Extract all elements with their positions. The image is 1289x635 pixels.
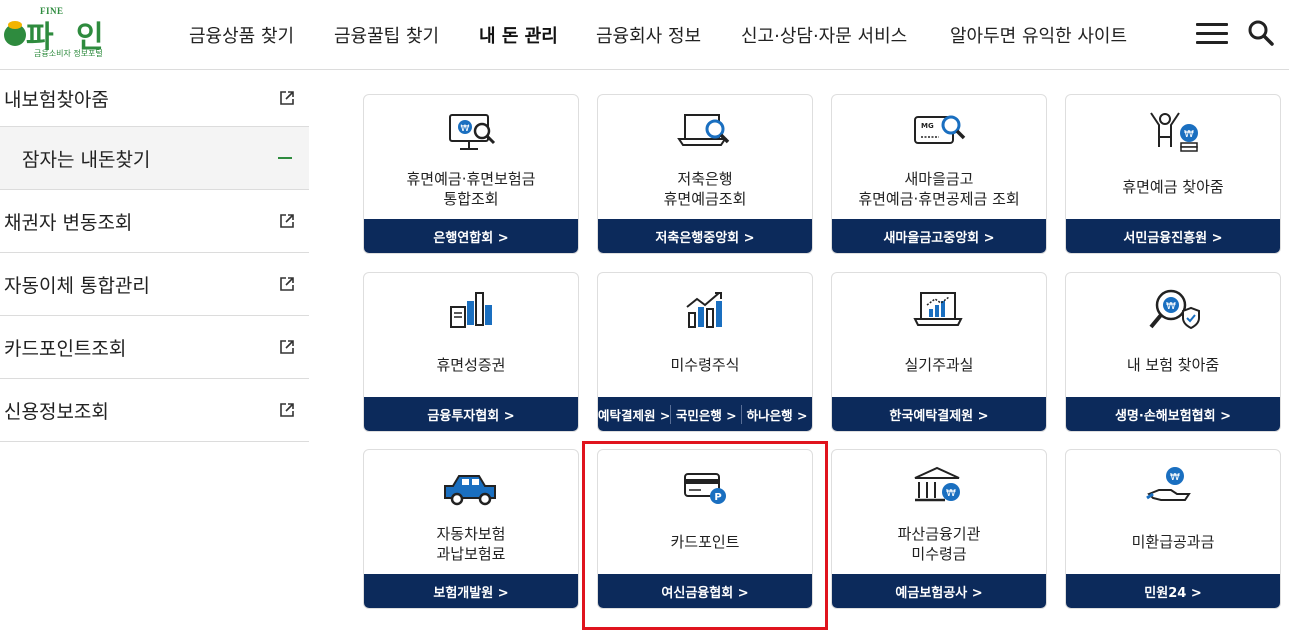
- card-link-button[interactable]: 하나은행 >: [742, 405, 812, 424]
- svg-text:₩: ₩: [946, 488, 956, 499]
- card-title: 휴면예금·휴면보험금 통합조회: [406, 170, 536, 208]
- sidebar-item-auto-transfer[interactable]: 자동이체 통합관리: [0, 253, 309, 316]
- highlight-box: [582, 441, 828, 630]
- sidebar-item-insurance-finder[interactable]: 내보험찾아줌: [0, 70, 309, 127]
- sidebar-item-label: 채권자 변동조회: [4, 211, 133, 234]
- sidebar-item-creditor-change[interactable]: 채권자 변동조회: [0, 190, 309, 253]
- hand-coin-icon: ₩: [1146, 467, 1191, 501]
- logo-mark-icon: [4, 21, 26, 46]
- laptop-chart-icon: [913, 292, 963, 326]
- card-link-button[interactable]: 보험개발원 >: [364, 574, 578, 608]
- card-link-button[interactable]: 예금보험공사 >: [832, 574, 1046, 608]
- card-link-button[interactable]: 민원24 >: [1066, 574, 1280, 608]
- card-title: 미환급공과금: [1131, 533, 1215, 551]
- card-my-insurance-finder[interactable]: ₩ 내 보험 찾아줌 생명·손해보험협회 >: [1065, 272, 1281, 432]
- card-link-button[interactable]: 서민금융진흥원 >: [1066, 219, 1280, 253]
- document-chart-icon: [450, 292, 492, 328]
- car-icon: [444, 475, 496, 506]
- external-link-icon: [280, 91, 294, 105]
- person-coin-icon: ₩: [1150, 112, 1198, 152]
- card-mg-dormant[interactable]: MG 새마을금고 휴면예금·휴면공제금 조회 새마을금고중앙회 >: [831, 94, 1047, 254]
- card-link-button[interactable]: 새마을금고중앙회 >: [832, 219, 1046, 253]
- site-logo[interactable]: FINE 파 인 금융소비자 정보포털: [4, 6, 114, 62]
- card-title: 내 보험 찾아줌: [1126, 356, 1220, 374]
- card-title: 실기주과실: [904, 356, 974, 374]
- sidebar-item-dormant-money[interactable]: 잠자는 내돈찾기: [0, 127, 309, 190]
- card-unrefunded-dues[interactable]: ₩ 미환급공과금 민원24 >: [1065, 449, 1281, 609]
- card-link-button[interactable]: 금융투자협회 >: [364, 397, 578, 431]
- magnifier-shield-icon: ₩: [1149, 289, 1200, 330]
- card-title: 미수령주식: [670, 356, 740, 374]
- sidebar-item-label: 신용정보조회: [4, 400, 109, 423]
- card-link-button[interactable]: 은행연합회 >: [364, 219, 578, 253]
- svg-text:₩: ₩: [1170, 472, 1180, 483]
- search-icon[interactable]: [1247, 19, 1275, 47]
- sidebar-item-card-points[interactable]: 카드포인트조회: [0, 316, 309, 379]
- nav-item-product-search[interactable]: 금융상품 찾기: [189, 0, 294, 70]
- card-dormant-finder[interactable]: ₩ 휴면예금 찾아줌 서민금융진흥원 >: [1065, 94, 1281, 254]
- card-link-button[interactable]: 한국예탁결제원 >: [832, 397, 1046, 431]
- card-dormant-deposit-integrated[interactable]: ₩ 휴면예금·휴면보험금 통합조회 은행연합회 >: [363, 94, 579, 254]
- card-dormant-securities[interactable]: 휴면성증권 금융투자협회 >: [363, 272, 579, 432]
- card-link-button[interactable]: 국민은행 >: [671, 404, 743, 424]
- nav-item-company-info[interactable]: 금융회사 정보: [596, 0, 701, 70]
- external-link-icon: [280, 214, 294, 228]
- card-title: 새마을금고 휴면예금·휴면공제금 조회: [858, 170, 1020, 208]
- laptop-search-icon: [677, 114, 730, 146]
- card-title: 휴면성증권: [436, 356, 506, 374]
- svg-text:₩: ₩: [1166, 301, 1176, 312]
- logo-subtitle: 금융소비자 정보포털: [34, 49, 103, 58]
- sidebar-item-label: 자동이체 통합관리: [4, 274, 150, 297]
- nav-item-report-service[interactable]: 신고·상담·자문 서비스: [741, 0, 907, 70]
- nav-item-my-money[interactable]: 내 돈 관리: [479, 0, 558, 70]
- rising-chart-icon: [686, 292, 722, 328]
- card-savings-bank-dormant[interactable]: 저축은행 휴면예금조회 저축은행중앙회 >: [597, 94, 813, 254]
- card-search-icon: MG: [914, 115, 966, 144]
- menu-icon[interactable]: [1196, 23, 1228, 45]
- card-title: 휴면예금 찾아줌: [1122, 178, 1224, 196]
- nav-item-tips[interactable]: 금융꿀팁 찾기: [334, 0, 439, 70]
- bank-coin-icon: ₩: [914, 466, 960, 502]
- svg-text:₩: ₩: [1184, 129, 1194, 140]
- monitor-search-icon: ₩: [449, 114, 496, 150]
- card-title: 자동차보험 과납보험료: [436, 525, 506, 563]
- svg-text:₩: ₩: [461, 124, 470, 134]
- nav-item-useful-sites[interactable]: 알아두면 유익한 사이트: [950, 0, 1127, 70]
- sidebar-item-credit-info[interactable]: 신용정보조회: [0, 379, 309, 442]
- card-unclaimed-stock[interactable]: 미수령주식 예탁결제원 > 국민은행 > 하나은행 >: [597, 272, 813, 432]
- sidebar-item-label: 잠자는 내돈찾기: [22, 148, 151, 171]
- card-title: 파산금융기관 미수령금: [897, 525, 981, 563]
- card-real-stock-fruit[interactable]: 실기주과실 한국예탁결제원 >: [831, 272, 1047, 432]
- card-link-button[interactable]: 예탁결제원 >: [598, 404, 672, 424]
- card-link-group: 예탁결제원 > 국민은행 > 하나은행 >: [598, 397, 812, 431]
- card-link-button[interactable]: 저축은행중앙회 >: [598, 219, 812, 253]
- card-link-button[interactable]: 생명·손해보험협회 >: [1066, 397, 1280, 431]
- minus-icon: [278, 157, 292, 159]
- sidebar-item-label: 내보험찾아줌: [4, 88, 109, 111]
- card-bankrupt-institution[interactable]: ₩ 파산금융기관 미수령금 예금보험공사 >: [831, 449, 1047, 609]
- card-auto-insurance-overpaid[interactable]: 자동차보험 과납보험료 보험개발원 >: [363, 449, 579, 609]
- external-link-icon: [280, 403, 294, 417]
- svg-text:MG: MG: [921, 122, 934, 130]
- external-link-icon: [280, 340, 294, 354]
- sidebar: 내보험찾아줌 잠자는 내돈찾기 채권자 변동조회 자동이체 통합관리 카드포인트…: [0, 70, 309, 442]
- site-header: FINE 파 인 금융소비자 정보포털 금융상품 찾기 금융꿀팁 찾기 내 돈 …: [0, 0, 1289, 70]
- external-link-icon: [280, 277, 294, 291]
- card-title: 저축은행 휴면예금조회: [663, 170, 747, 208]
- sidebar-item-label: 카드포인트조회: [4, 337, 127, 360]
